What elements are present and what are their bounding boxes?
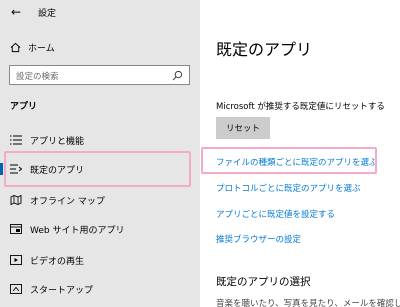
sidebar-item-label: スタートアップ: [30, 286, 94, 296]
sidebar-item-video-playback[interactable]: ビデオの再生: [0, 249, 200, 271]
highlight-box-sidebar: [4, 151, 191, 187]
search-input[interactable]: 設定の検索: [9, 65, 190, 85]
sidebar-item-startup[interactable]: スタートアップ: [0, 278, 200, 300]
sidebar-item-web-apps[interactable]: Web サイト用のアプリ: [0, 218, 200, 240]
title-bar: ← 設定: [0, 0, 200, 24]
sidebar-item-offline-maps[interactable]: オフライン マップ: [0, 189, 200, 211]
highlight-box-main: [201, 147, 377, 174]
page-title: 既定のアプリ: [216, 40, 313, 59]
window-title: 設定: [38, 9, 57, 19]
reset-button[interactable]: リセット: [216, 117, 270, 139]
section-heading: 既定のアプリの選択: [216, 276, 311, 288]
selection-indicator: [0, 163, 3, 175]
section-description: 音楽を聴いたり、写真を見たり、メールを確認し: [216, 299, 400, 307]
reset-description: Microsoft が推奨する既定値にリセットする: [216, 102, 385, 112]
startup-icon: [10, 284, 22, 294]
back-arrow-icon[interactable]: ←: [8, 4, 24, 20]
home-icon: [10, 42, 21, 52]
sidebar-item-label: Web サイト用のアプリ: [30, 226, 125, 236]
home-label: ホーム: [28, 43, 55, 54]
search-placeholder: 設定の検索: [16, 72, 59, 82]
sidebar-item-label: ビデオの再生: [30, 257, 85, 267]
list-icon: [10, 135, 22, 145]
sidebar-item-apps-features[interactable]: アプリと機能: [0, 129, 200, 151]
video-icon: [10, 255, 22, 265]
link-recommended-browser[interactable]: 推奨ブラウザーの設定: [216, 233, 301, 245]
search-icon[interactable]: [172, 70, 183, 81]
sidebar-item-label: アプリと機能: [30, 137, 85, 147]
sidebar-item-label: オフライン マップ: [30, 197, 105, 207]
link-default-by-protocol[interactable]: プロトコルごとに既定のアプリを選ぶ: [216, 182, 361, 194]
website-icon: [10, 224, 22, 234]
map-icon: [10, 194, 22, 206]
section-title: アプリ: [10, 102, 38, 112]
home-link[interactable]: ホーム: [10, 40, 55, 54]
link-defaults-by-app[interactable]: アプリごとに既定値を設定する: [216, 208, 335, 220]
sidebar: ← 設定 ホーム 設定の検索 アプリ アプリと機能 既定のアプリ オフライン マ…: [0, 0, 200, 307]
